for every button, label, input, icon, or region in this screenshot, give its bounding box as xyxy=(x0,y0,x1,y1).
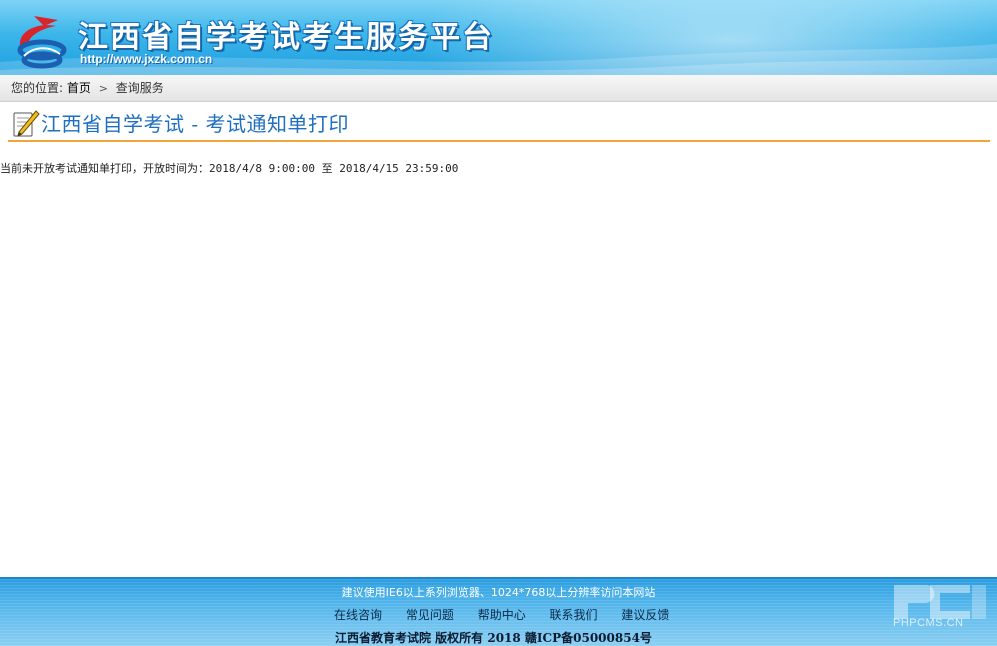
footer-link-help-center[interactable]: 帮助中心 xyxy=(478,606,526,623)
footer-link-contact-us[interactable]: 联系我们 xyxy=(550,606,598,623)
footer-link-feedback[interactable]: 建议反馈 xyxy=(621,606,669,623)
site-url: http://www.jxzk.com.cn xyxy=(80,52,213,66)
footer-links: 在线咨询 常见问题 帮助中心 联系我们 建议反馈 xyxy=(334,606,689,623)
page-heading: 江西省自学考试 - 考试通知单打印 xyxy=(8,104,990,142)
notice-text: 当前未开放考试通知单打印，开放时间为：2018/4/8 9:00:00 至 20… xyxy=(0,162,459,175)
footer-browser-recommendation: 建议使用IE6以上系列浏览器、1024*768以上分辨率访问本网站 xyxy=(341,586,656,599)
breadcrumb-separator: > xyxy=(98,82,108,95)
footer-copyright: 江西省教育考试院 版权所有 2018 赣ICP备05000854号 xyxy=(335,631,652,645)
page-title: 江西省自学考试 - 考试通知单打印 xyxy=(41,112,349,136)
site-footer: 建议使用IE6以上系列浏览器、1024*768以上分辨率访问本网站 在线咨询 常… xyxy=(0,577,997,646)
jxzk-logo-icon xyxy=(17,16,67,69)
breadcrumb-prefix: 您的位置: xyxy=(11,81,64,95)
page: 江西省自学考试考生服务平台 http://www.jxzk.com.cn 您的位… xyxy=(0,0,997,646)
site-title: 江西省自学考试考生服务平台 xyxy=(78,20,494,55)
breadcrumb-home-link[interactable]: 首页 xyxy=(67,81,91,95)
breadcrumb: 您的位置: 首页 > 查询服务 xyxy=(0,75,997,102)
phpcms-watermark-text: PHPCMS.CN xyxy=(893,617,964,629)
footer-link-faq[interactable]: 常见问题 xyxy=(406,606,454,623)
site-header: 江西省自学考试考生服务平台 http://www.jxzk.com.cn xyxy=(0,0,997,75)
footer-link-online-consult[interactable]: 在线咨询 xyxy=(334,606,382,623)
pencil-notepad-icon xyxy=(13,110,40,137)
breadcrumb-current: 查询服务 xyxy=(115,81,164,95)
breadcrumb-inner: 您的位置: 首页 > 查询服务 xyxy=(0,75,997,102)
